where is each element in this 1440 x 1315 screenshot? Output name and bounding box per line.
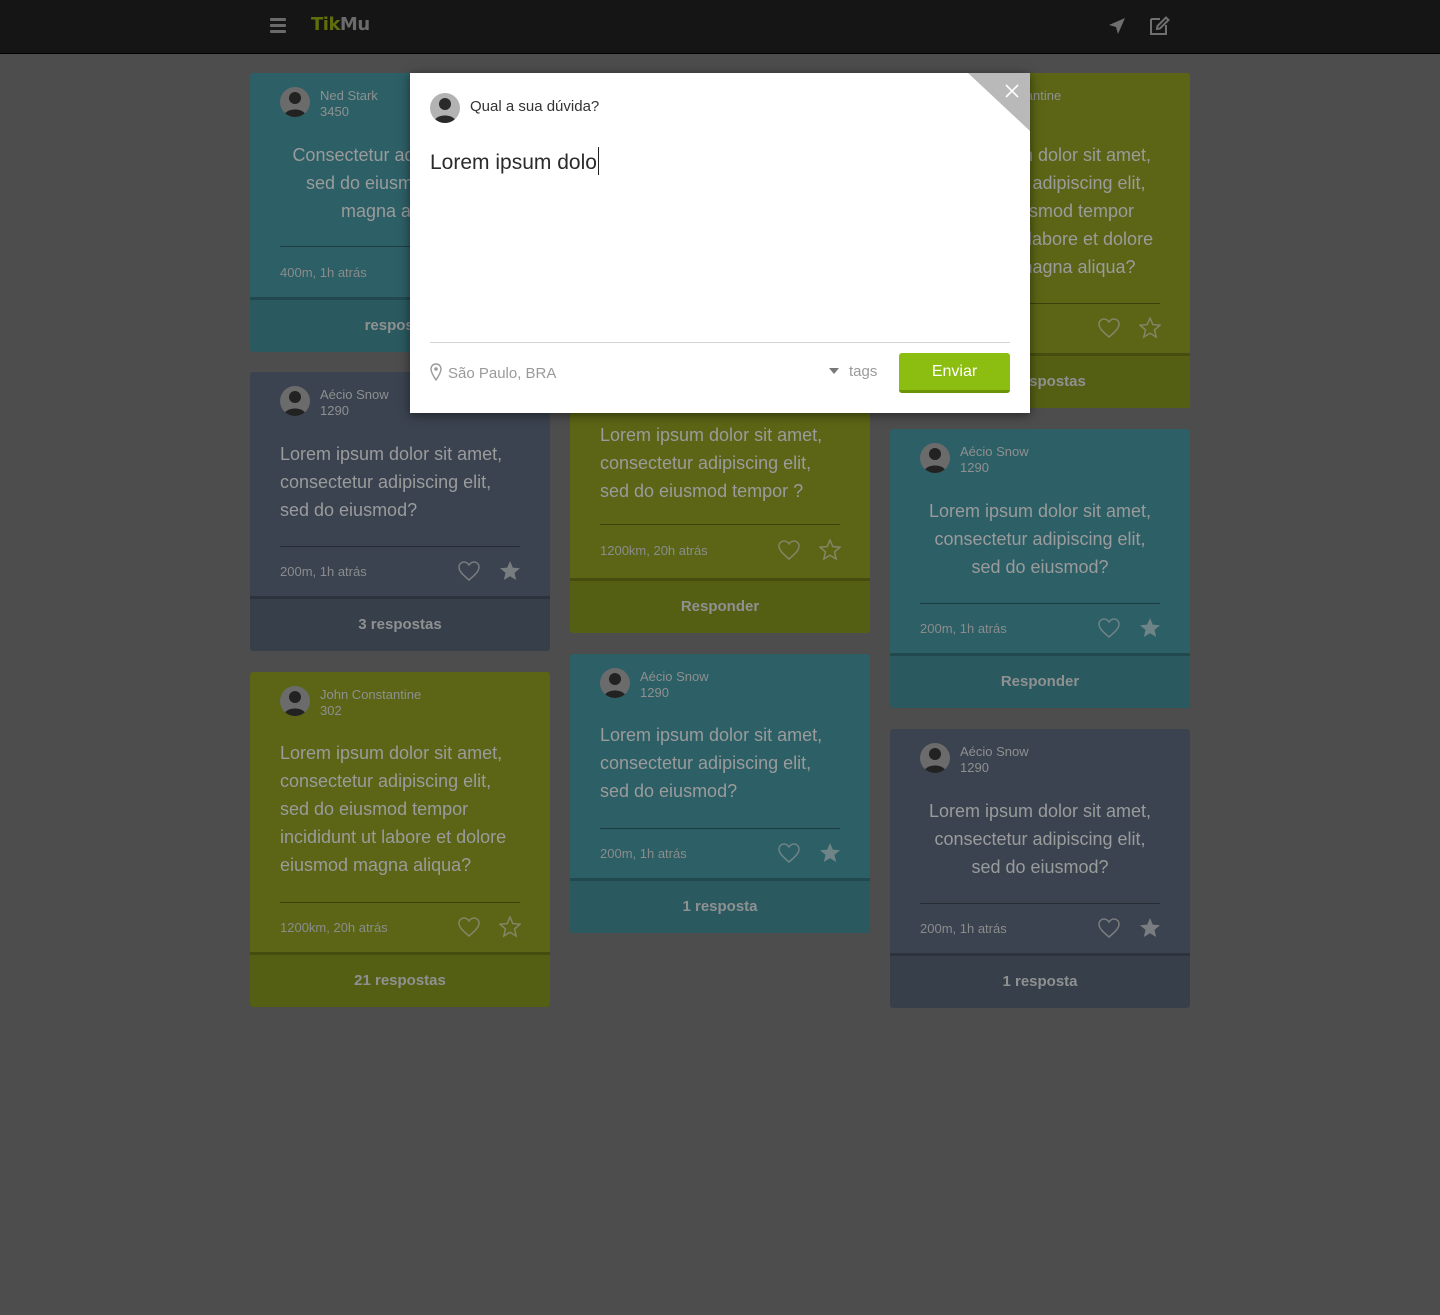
divider xyxy=(280,902,520,903)
star-icon[interactable] xyxy=(819,842,841,864)
user-name[interactable]: Aécio Snow xyxy=(960,744,1029,759)
user-score: 1290 xyxy=(960,460,989,475)
distance-time: 200m, 1h atrás xyxy=(920,621,1007,636)
distance-time: 200m, 1h atrás xyxy=(920,921,1007,936)
user-name[interactable]: Aécio Snow xyxy=(640,669,709,684)
question-card[interactable]: Aécio Snow 1290 Lorem ipsum dolor sit am… xyxy=(890,729,1190,1008)
question-text: Lorem ipsum dolor sit amet, consectetur … xyxy=(600,725,823,801)
question-card[interactable]: Aécio Snow 1290 Lorem ipsum dolor sit am… xyxy=(250,372,550,651)
modal-corner xyxy=(968,73,1030,131)
star-icon[interactable] xyxy=(1139,617,1161,639)
user-score: 1290 xyxy=(960,760,989,775)
location-pin-icon xyxy=(430,363,442,381)
heart-icon[interactable] xyxy=(1097,917,1121,939)
app-logo[interactable]: TikMu xyxy=(311,14,370,35)
star-icon[interactable] xyxy=(499,560,521,582)
distance-time: 1200km, 20h atrás xyxy=(600,543,708,558)
question-card[interactable]: John Constantine 302 Lorem ipsum dolor s… xyxy=(250,672,550,1007)
logo-part-2: Mu xyxy=(339,14,370,35)
avatar xyxy=(280,686,310,716)
send-button[interactable]: Enviar xyxy=(899,353,1010,393)
avatar xyxy=(920,743,950,773)
avatar xyxy=(280,386,310,416)
logo-part-1: Tik xyxy=(311,14,340,35)
user-score: 1290 xyxy=(320,403,349,418)
divider xyxy=(920,603,1160,604)
reply-button[interactable]: Responder xyxy=(890,653,1190,708)
compose-icon[interactable] xyxy=(1148,15,1170,37)
tags-label: tags xyxy=(849,363,878,380)
answers-button[interactable]: 1 resposta xyxy=(570,878,870,933)
divider xyxy=(600,828,840,829)
location-field[interactable]: São Paulo, BRA xyxy=(448,365,556,382)
heart-icon[interactable] xyxy=(1097,317,1121,339)
user-name[interactable]: John Constantine xyxy=(320,687,421,702)
question-text: Lorem ipsum dolor sit amet, consectetur … xyxy=(928,501,1152,577)
text-caret xyxy=(597,147,599,175)
user-score: 3450 xyxy=(320,104,349,119)
distance-time: 200m, 1h atrás xyxy=(280,564,367,579)
location-arrow-icon[interactable] xyxy=(1107,16,1127,36)
close-icon[interactable] xyxy=(1004,83,1020,99)
question-card[interactable]: Aécio Snow 1290 Lorem ipsum dolor sit am… xyxy=(890,429,1190,708)
divider xyxy=(430,342,1010,343)
question-text: Lorem ipsum dolor sit amet, consectetur … xyxy=(600,425,823,501)
heart-icon[interactable] xyxy=(457,560,481,582)
question-input-value: Lorem ipsum dolo xyxy=(430,151,597,174)
question-text: Lorem ipsum dolor sit amet, consectetur … xyxy=(280,743,507,875)
menu-icon[interactable] xyxy=(270,18,286,34)
heart-icon[interactable] xyxy=(1097,617,1121,639)
new-question-modal: Qual a sua dúvida? Lorem ipsum dolo São … xyxy=(410,73,1030,413)
star-icon[interactable] xyxy=(819,539,841,561)
chevron-down-icon xyxy=(829,368,839,374)
heart-icon[interactable] xyxy=(777,842,801,864)
avatar xyxy=(600,668,630,698)
star-icon[interactable] xyxy=(1139,317,1161,339)
tags-dropdown[interactable]: tags xyxy=(829,363,877,380)
divider xyxy=(280,546,520,547)
distance-time: 1200km, 20h atrás xyxy=(280,920,388,935)
question-text: Lorem ipsum dolor sit amet, consectetur … xyxy=(280,444,503,520)
divider xyxy=(920,903,1160,904)
answers-button[interactable]: 1 resposta xyxy=(890,953,1190,1008)
answers-button[interactable]: 21 respostas xyxy=(250,952,550,1007)
distance-time: 200m, 1h atrás xyxy=(600,846,687,861)
avatar xyxy=(920,443,950,473)
star-icon[interactable] xyxy=(1139,917,1161,939)
top-bar: TikMu xyxy=(0,0,1440,54)
question-text: Lorem ipsum dolor sit amet, consectetur … xyxy=(928,801,1152,877)
avatar xyxy=(430,93,460,123)
question-prompt: Qual a sua dúvida? xyxy=(470,98,600,115)
heart-icon[interactable] xyxy=(457,916,481,938)
user-score: 1290 xyxy=(640,685,669,700)
answers-button[interactable]: 3 respostas xyxy=(250,596,550,651)
user-name[interactable]: Aécio Snow xyxy=(960,444,1029,459)
question-input[interactable]: Lorem ipsum dolo xyxy=(430,147,1010,323)
distance-time: 400m, 1h atrás xyxy=(280,265,367,280)
divider xyxy=(600,524,840,525)
user-name[interactable]: Aécio Snow xyxy=(320,387,389,402)
avatar xyxy=(280,87,310,117)
user-score: 302 xyxy=(320,703,342,718)
question-card[interactable]: Aécio Snow 1290 Lorem ipsum dolor sit am… xyxy=(570,654,870,933)
heart-icon[interactable] xyxy=(777,539,801,561)
user-name[interactable]: Ned Stark xyxy=(320,88,378,103)
star-icon[interactable] xyxy=(499,916,521,938)
reply-button[interactable]: Responder xyxy=(570,578,870,633)
